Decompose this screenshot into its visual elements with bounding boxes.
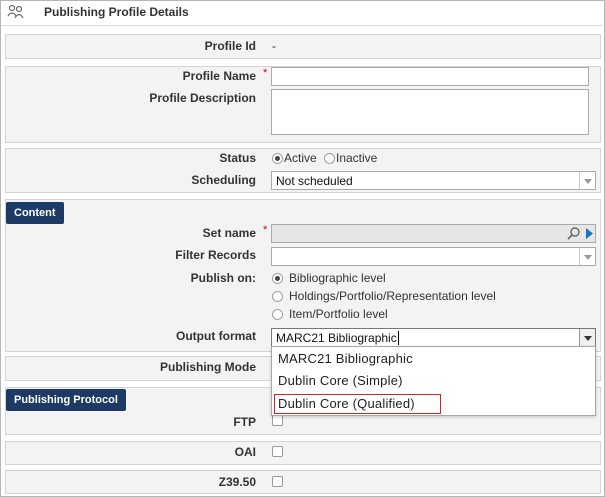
profile-description-textarea[interactable] [271,89,589,135]
output-format-select[interactable]: MARC21 Bibliographic [271,328,596,347]
dropdown-option-dc-simple[interactable]: Dublin Core (Simple) [278,373,403,388]
status-label: Status [219,151,256,165]
set-name-label: Set name [202,226,256,240]
dropdown-option-marc21[interactable]: MARC21 Bibliographic [278,351,413,366]
play-icon[interactable] [584,227,594,243]
status-inactive-radio[interactable] [324,153,335,164]
profile-id-value: - [272,39,276,53]
oai-checkbox[interactable] [272,446,283,457]
status-inactive-label: Inactive [336,151,378,165]
profile-description-label: Profile Description [149,91,256,105]
chevron-down-icon [579,248,595,265]
publishing-protocol-section-header: Publishing Protocol [6,389,126,411]
output-format-label: Output format [176,329,256,343]
required-marker: * [263,67,268,79]
status-active-label: Active [284,151,317,165]
publish-on-bib-label: Bibliographic level [289,271,386,285]
publish-on-holdings-label: Holdings/Portfolio/Representation level [289,289,496,303]
output-format-dropdown: MARC21 Bibliographic Dublin Core (Simple… [271,346,596,416]
ftp-checkbox[interactable] [272,415,283,426]
header-divider [1,25,603,26]
users-icon [7,4,25,20]
z3950-label: Z39.50 [218,475,256,489]
publish-on-item-radio[interactable] [272,309,283,320]
publish-on-item-label: Item/Portfolio level [289,307,388,321]
required-marker: * [263,224,268,236]
chevron-down-icon [579,172,595,189]
status-active-radio[interactable] [272,153,283,164]
publish-on-holdings-radio[interactable] [272,291,283,302]
scheduling-label: Scheduling [191,173,256,187]
oai-label: OAI [234,445,256,459]
page-title: Publishing Profile Details [44,5,189,19]
publishing-mode-label: Publishing Mode [160,360,256,374]
profile-name-label: Profile Name [182,69,256,83]
profile-name-input[interactable] [271,67,589,86]
scheduling-value: Not scheduled [276,174,353,188]
ftp-label: FTP [233,415,256,429]
chevron-down-icon [579,329,595,346]
publish-on-bib-radio[interactable] [272,273,283,284]
oai-panel [5,441,601,465]
page-header: Publishing Profile Details [1,1,603,25]
output-format-value: MARC21 Bibliographic [276,331,397,345]
filter-records-label: Filter Records [175,248,256,262]
search-icon[interactable] [567,226,581,243]
scheduling-select[interactable]: Not scheduled [271,171,596,190]
profile-id-panel [5,34,601,59]
set-name-input[interactable] [271,224,596,243]
z3950-checkbox[interactable] [272,476,283,487]
publish-on-label: Publish on: [190,271,256,285]
z3950-panel [5,470,601,494]
text-cursor [397,331,399,345]
profile-id-label: Profile Id [204,39,256,53]
filter-records-select[interactable] [271,247,596,266]
content-section-header: Content [6,202,64,224]
dropdown-option-dc-qualified[interactable]: Dublin Core (Qualified) [278,396,415,411]
